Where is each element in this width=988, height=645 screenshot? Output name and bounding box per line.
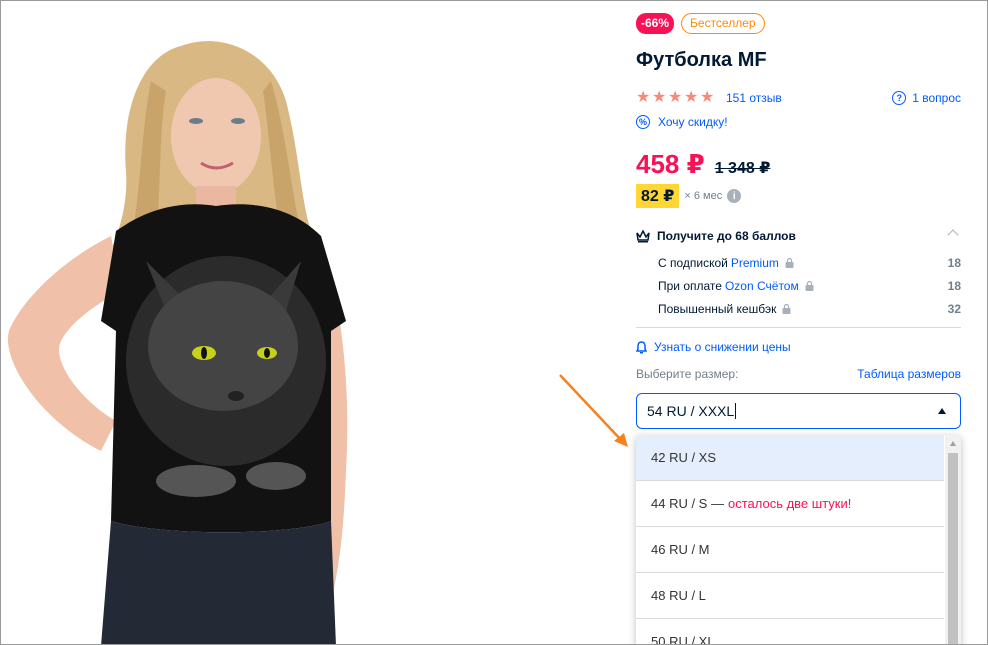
want-discount-label: Хочу скидку! <box>658 115 728 129</box>
points-row: С подпиской Premium 18 <box>636 251 961 274</box>
points-row-value: 32 <box>947 301 961 316</box>
points-row-value: 18 <box>947 255 961 270</box>
points-row-prefix: С подпиской <box>658 255 728 270</box>
installment-term: × 6 мес <box>684 190 723 202</box>
size-select[interactable]: 54 RU / XXXL <box>636 393 961 429</box>
screenshot-frame: -66% Бестселлер Футболка MF ★ ★ ★ ★ ★ 15… <box>0 0 988 645</box>
product-title: Футболка MF <box>636 49 767 71</box>
notify-label: Узнать о снижении цены <box>654 340 791 354</box>
star-icon: ★ <box>652 89 667 106</box>
percent-icon: % <box>636 115 650 129</box>
points-row: Повышенный кешбэк 32 <box>636 297 961 320</box>
size-option[interactable]: 44 RU / S — осталось две штуки! <box>636 481 944 527</box>
info-icon[interactable]: i <box>727 189 742 203</box>
want-discount-link[interactable]: % Хочу скидку! <box>636 115 728 129</box>
installment-amount: 82 ₽ <box>636 184 680 208</box>
reviews-link[interactable]: 151 отзыв <box>726 91 782 105</box>
badge-row: -66% Бестселлер <box>636 13 765 34</box>
size-option-label: 50 RU / XL <box>651 634 715 645</box>
low-stock-note: осталось две штуки! <box>727 496 852 511</box>
price-drop-notify-link[interactable]: Узнать о снижении цены <box>636 340 791 354</box>
points-heading: Получите до 68 баллов <box>657 229 796 243</box>
points-row: При оплате Ozon Счётом 18 <box>636 274 961 297</box>
old-price: 1 348 ₽ <box>714 160 771 177</box>
points-row-prefix: При оплате <box>658 278 722 293</box>
size-option[interactable]: 46 RU / M <box>636 527 944 573</box>
premium-link[interactable]: Premium <box>731 256 779 270</box>
lock-icon <box>805 280 814 291</box>
points-row-prefix: Повышенный кешбэк <box>658 301 777 316</box>
triangle-up-icon <box>938 408 946 414</box>
questions-link[interactable]: ? 1 вопрос <box>892 91 961 105</box>
size-option-label: 48 RU / L <box>651 588 706 603</box>
size-option-label: 42 RU / XS <box>651 450 717 465</box>
discount-badge: -66% <box>636 13 675 34</box>
product-photo[interactable] <box>1 1 421 645</box>
scroll-thumb[interactable] <box>948 453 958 644</box>
price-block: 458 ₽ 1 348 ₽ <box>636 149 770 180</box>
lock-icon <box>785 257 794 268</box>
size-label: Выберите размер: <box>636 367 739 381</box>
current-price: 458 ₽ <box>636 149 705 179</box>
star-icon: ★ <box>668 89 683 106</box>
size-table-link[interactable]: Таблица размеров <box>857 367 961 381</box>
star-icon: ★ <box>700 89 715 106</box>
size-option[interactable]: 48 RU / L <box>636 573 944 619</box>
points-block: Получите до 68 баллов С подпиской Premiu… <box>636 229 961 320</box>
points-list: С подпиской Premium 18 При оплате Ozon С… <box>636 251 961 320</box>
ozon-account-link[interactable]: Ozon Счётом <box>725 279 799 293</box>
divider <box>636 327 961 328</box>
bestseller-badge: Бестселлер <box>681 13 765 34</box>
chevron-up-icon[interactable] <box>947 229 959 241</box>
rating[interactable]: ★ ★ ★ ★ ★ 151 отзыв <box>636 89 782 106</box>
size-option-label: 46 RU / M <box>651 542 710 557</box>
star-icon: ★ <box>684 89 699 106</box>
crown-icon <box>636 229 650 242</box>
scroll-up-arrow-icon[interactable] <box>950 441 956 446</box>
lock-icon <box>782 303 791 314</box>
bell-icon <box>636 340 647 353</box>
installment-block[interactable]: 82 ₽ × 6 мес i <box>636 184 742 208</box>
size-select-value: 54 RU / XXXL <box>647 403 737 419</box>
questions-label: 1 вопрос <box>912 91 961 105</box>
size-option-label: 44 RU / S — <box>651 496 724 511</box>
size-option[interactable]: 50 RU / XL <box>636 619 944 645</box>
question-icon: ? <box>892 91 907 105</box>
annotation-arrow-icon <box>559 374 628 447</box>
points-row-value: 18 <box>947 278 961 293</box>
size-dropdown: 42 RU / XS 44 RU / S — осталось две штук… <box>636 435 961 645</box>
points-header[interactable]: Получите до 68 баллов <box>636 229 961 243</box>
star-icon: ★ <box>636 89 651 106</box>
size-option[interactable]: 42 RU / XS <box>636 435 944 481</box>
dropdown-scrollbar[interactable] <box>945 435 961 644</box>
